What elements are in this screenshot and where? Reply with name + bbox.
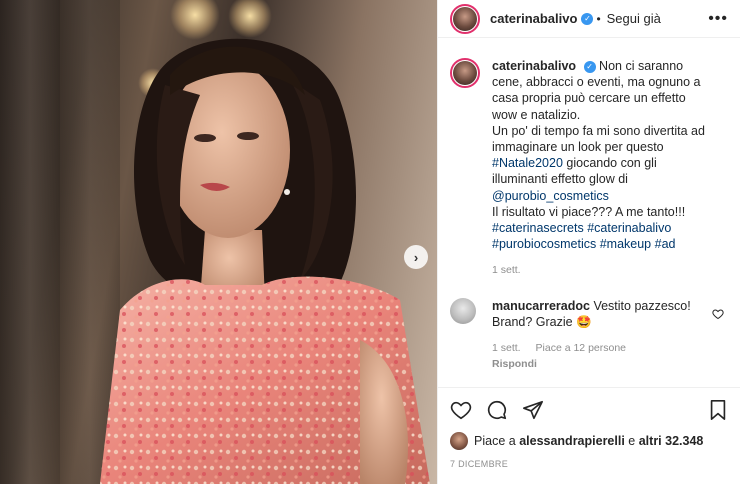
woman-portrait-figure [100,38,430,484]
share-paper-plane-icon[interactable] [522,399,544,421]
verified-badge-icon: ✓ [581,12,594,25]
author-avatar[interactable] [450,3,480,34]
mention-link[interactable]: @purobio_cosmetics [492,189,609,203]
next-photo-button[interactable]: › [404,245,428,269]
post-photo[interactable]: › [0,0,437,484]
caption-author[interactable]: caterinabalivo [492,59,576,73]
action-icons-bar [450,398,728,422]
hashtag-link[interactable]: #caterinabalivo [587,221,671,235]
verified-badge-icon: ✓ [583,60,596,73]
hashtag-link[interactable]: #caterinasecrets [492,221,584,235]
chevron-right-icon: › [413,249,419,265]
reply-button[interactable]: Rispondi [492,358,716,370]
post-actions: Piace a alessandrapierelli e altri 32.34… [438,387,740,469]
comment-timestamp[interactable]: 1 sett. [492,342,521,354]
caption-text: caterinabalivo ✓ Non ci saranno cene, ab… [492,58,712,252]
post-date[interactable]: 7 DICEMBRE [450,459,728,469]
hashtag-link[interactable]: #purobiocosmetics [492,237,596,251]
save-bookmark-icon[interactable] [708,399,728,421]
likes-summary: Piace a alessandrapierelli e altri 32.34… [450,432,728,450]
like-comment-heart-icon[interactable] [712,308,724,320]
likes-conjunction: e [628,434,636,448]
commenter-username[interactable]: manucarreradoc [492,299,590,313]
likes-text: Piace a alessandrapierelli e altri 32.34… [474,434,703,448]
commenter-avatar[interactable] [450,298,476,325]
caption: caterinabalivo ✓ Non ci saranno cene, ab… [450,58,728,252]
liker-avatar[interactable] [450,432,468,450]
post-side-panel: caterinabalivo ✓ • Segui già ••• caterin… [437,0,740,484]
comment-likes-count[interactable]: Piace a 12 persone [536,342,626,354]
following-button[interactable]: Segui già [607,11,661,26]
star-eyes-emoji: 🤩 [576,315,592,330]
comments-section: caterinabalivo ✓ Non ci saranno cene, ab… [450,58,728,370]
hashtag-link[interactable]: #makeup [600,237,651,251]
author-username[interactable]: caterinabalivo [490,11,577,26]
hashtag-link[interactable]: #ad [655,237,676,251]
likes-prefix: Piace a [474,434,516,448]
caption-line: Il risultato vi piace??? A me tanto!!! [492,204,686,219]
hashtag-link[interactable]: #Natale2020 [492,156,563,170]
comment-text: manucarreradoc Vestito pazzesco! Brand? … [492,298,692,330]
caption-timestamp[interactable]: 1 sett. [492,264,728,276]
liker-username[interactable]: alessandrapierelli [519,434,625,448]
likes-others-count[interactable]: altri 32.348 [639,434,704,448]
comment-meta: 1 sett. Piace a 12 persone Rispondi [492,342,728,370]
comment-bubble-icon[interactable] [486,399,508,421]
comment: manucarreradoc Vestito pazzesco! Brand? … [450,298,728,330]
caption-author-avatar[interactable] [450,58,480,88]
caption-line: Un po' di tempo fa mi sono divertita ad … [492,123,705,155]
more-options-icon[interactable]: ••• [708,10,728,28]
post-header: caterinabalivo ✓ • Segui già ••• [438,0,740,38]
like-heart-icon[interactable] [450,399,472,421]
separator-dot: • [596,11,601,26]
